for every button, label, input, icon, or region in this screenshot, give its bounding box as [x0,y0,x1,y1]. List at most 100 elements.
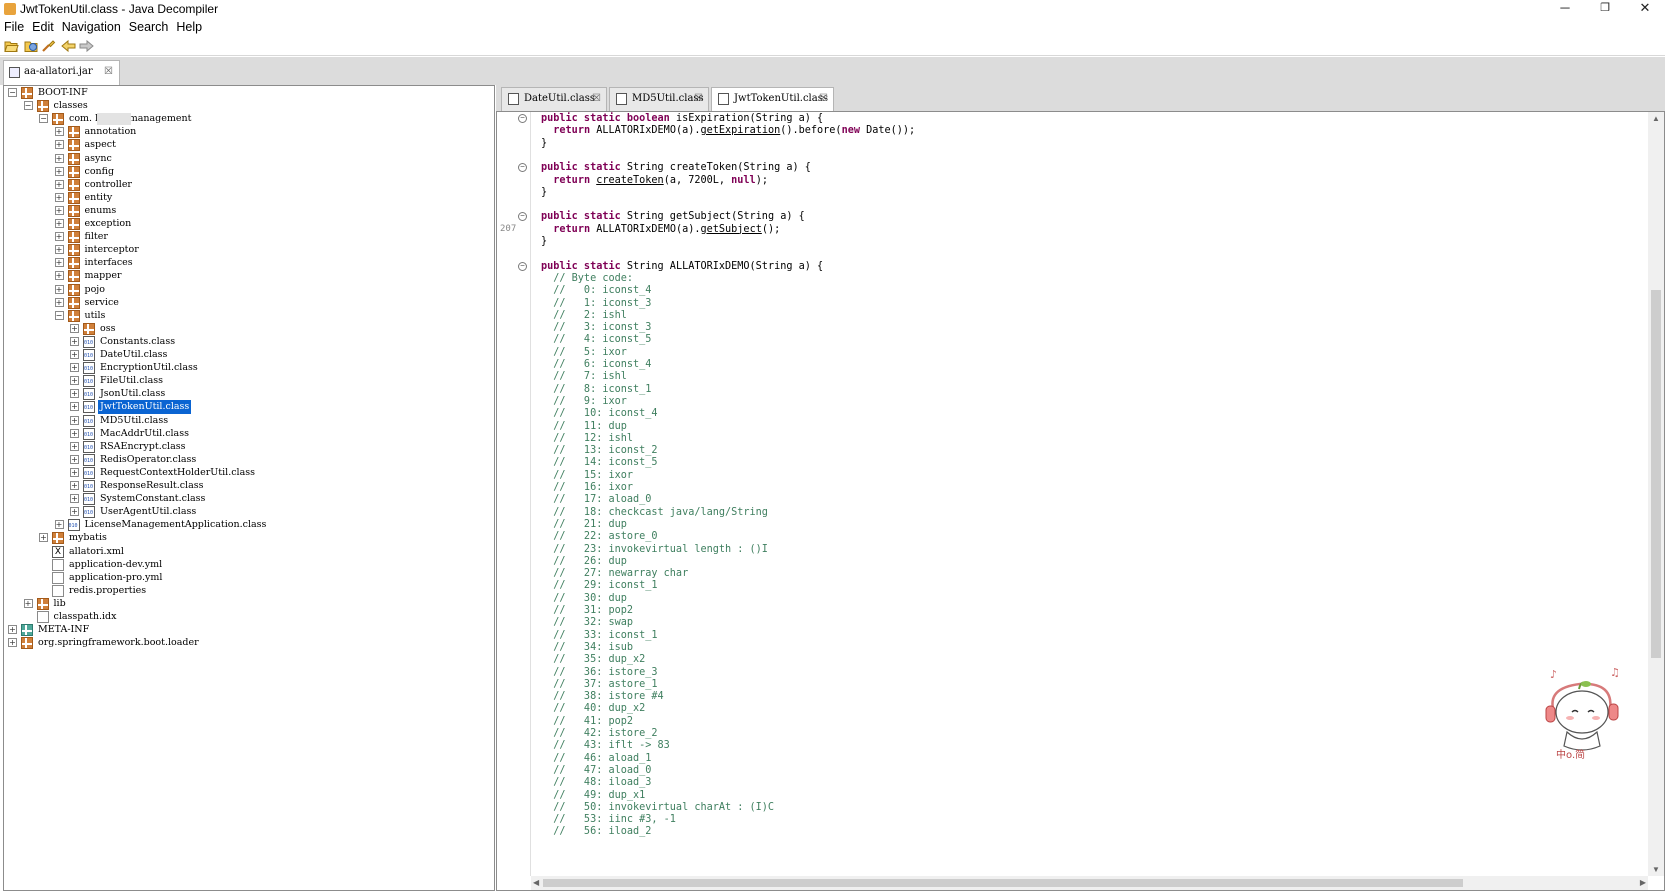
tree-node[interactable]: + entity [4,191,494,205]
tree-node[interactable]: + org.springframework.boot.loader [4,636,494,650]
tree-node[interactable]: − utils [4,309,494,323]
expand-icon[interactable]: + [70,507,79,517]
expand-icon[interactable]: + [54,192,64,202]
expand-icon[interactable]: + [54,127,64,137]
expand-icon[interactable]: + [54,179,64,189]
expand-icon[interactable]: + [54,140,64,150]
back-arrow-icon[interactable] [61,39,76,53]
expand-icon[interactable]: + [54,284,64,294]
tree-node[interactable]: − com. licensemanagement [4,112,494,126]
open-type-icon[interactable] [24,39,39,53]
minimize-button[interactable]: ─ [1545,0,1585,18]
tree-node[interactable]: + DateUtil.class [4,348,494,362]
expand-icon[interactable]: + [70,402,79,412]
tree-node[interactable]: + MD5Util.class [4,414,494,428]
expand-icon[interactable]: + [8,638,17,648]
horizontal-scrollbar[interactable]: ◀ ▶ [531,876,1648,890]
tree-node[interactable]: + Constants.class [4,335,494,349]
expand-icon[interactable]: + [39,533,48,543]
jar-tab-close-icon[interactable]: ☒ [104,61,113,83]
vertical-scrollbar[interactable]: ▲ ▼ [1648,112,1664,876]
collapse-icon[interactable]: − [54,310,64,320]
tree-node[interactable]: − BOOT-INF [4,86,494,100]
tree-node[interactable]: + FileUtil.class [4,374,494,388]
tree-node[interactable]: + service [4,296,494,310]
menu-file[interactable]: File [0,18,28,36]
tree-node[interactable]: + lib [4,597,494,611]
tab-close-icon[interactable]: ☒ [694,88,703,110]
open-folder-icon[interactable] [4,39,19,53]
tree-node[interactable]: application-pro.yml [4,571,494,585]
collapse-icon[interactable]: − [23,101,33,111]
tree-node[interactable]: + controller [4,178,494,192]
jar-tab[interactable]: aa-allatori.jar ☒ [3,60,120,85]
expand-icon[interactable]: + [54,219,64,228]
expand-icon[interactable]: + [54,297,64,307]
search-icon[interactable] [41,39,56,53]
tree-node[interactable]: + META-INF [4,623,494,637]
expand-icon[interactable]: + [54,166,64,176]
expand-icon[interactable]: + [70,454,79,464]
menu-edit[interactable]: Edit [28,18,58,36]
expand-icon[interactable]: + [70,481,79,490]
expand-icon[interactable]: + [70,323,79,333]
tree-node[interactable]: Xallatori.xml [4,545,494,559]
tab-close-icon[interactable]: ☒ [592,88,601,110]
scroll-up-icon[interactable]: ▲ [1652,114,1660,123]
forward-arrow-icon[interactable] [79,39,94,53]
collapse-icon[interactable]: − [39,114,48,124]
expand-icon[interactable]: + [54,205,64,215]
tree-node[interactable]: + LicenseManagementApplication.class [4,518,494,532]
expand-icon[interactable]: + [70,494,79,504]
tree-node[interactable]: redis.properties [4,584,494,598]
tree-node[interactable]: + async [4,152,494,166]
scroll-right-icon[interactable]: ▶ [1640,878,1646,887]
tree-node[interactable]: + interceptor [4,243,494,257]
expand-icon[interactable]: + [70,350,79,359]
tree-node[interactable]: application-dev.yml [4,558,494,572]
expand-icon[interactable]: + [8,625,17,635]
editor-tab[interactable]: JwtTokenUtil.class ☒ [711,87,834,111]
scroll-down-icon[interactable]: ▼ [1652,865,1660,874]
tree-node[interactable]: + ResponseResult.class [4,479,494,493]
tree-node[interactable]: + RSAEncrypt.class [4,440,494,454]
tree-node[interactable]: + exception [4,217,494,231]
code-editor[interactable]: − − − −207 public static boolean isExpirati… [496,111,1665,891]
vertical-scroll-thumb[interactable] [1651,290,1661,658]
expand-icon[interactable]: + [54,271,64,281]
expand-icon[interactable]: + [70,376,79,386]
tree-node[interactable]: + mybatis [4,531,494,545]
tab-close-icon[interactable]: ☒ [819,88,828,110]
fold-toggle-icon[interactable]: − [518,212,527,222]
expand-icon[interactable]: + [70,441,79,451]
expand-icon[interactable]: + [70,389,79,399]
tree-node[interactable]: + pojo [4,283,494,297]
tree-node[interactable]: + config [4,165,494,179]
tree-node[interactable]: + RedisOperator.class [4,453,494,467]
tree-node[interactable]: + mapper [4,269,494,283]
expand-icon[interactable]: + [54,520,64,530]
expand-icon[interactable]: + [70,336,79,346]
tree-node[interactable]: + JsonUtil.class [4,387,494,401]
expand-icon[interactable]: + [23,598,33,608]
tree-node[interactable]: classpath.idx [4,610,494,624]
menu-search[interactable]: Search [125,18,173,36]
expand-icon[interactable]: + [70,415,79,425]
tree-node[interactable]: + enums [4,204,494,218]
expand-icon[interactable]: + [54,232,64,242]
expand-icon[interactable]: + [70,428,79,438]
restore-button[interactable]: ❐ [1585,0,1625,18]
expand-icon[interactable]: + [70,363,79,373]
expand-icon[interactable]: + [54,245,64,255]
tree-node[interactable]: + filter [4,230,494,244]
tree-node[interactable]: + JwtTokenUtil.class [4,400,494,415]
tree-node[interactable]: + oss [4,322,494,336]
fold-toggle-icon[interactable]: − [518,261,527,271]
menu-navigation[interactable]: Navigation [58,18,125,36]
collapse-icon[interactable]: − [8,88,17,97]
close-button[interactable]: ✕ [1625,0,1665,18]
tree-node[interactable]: + annotation [4,125,494,139]
tree-node[interactable]: + MacAddrUtil.class [4,427,494,441]
tree-node[interactable]: + interfaces [4,256,494,270]
tree-node[interactable]: + SystemConstant.class [4,492,494,506]
